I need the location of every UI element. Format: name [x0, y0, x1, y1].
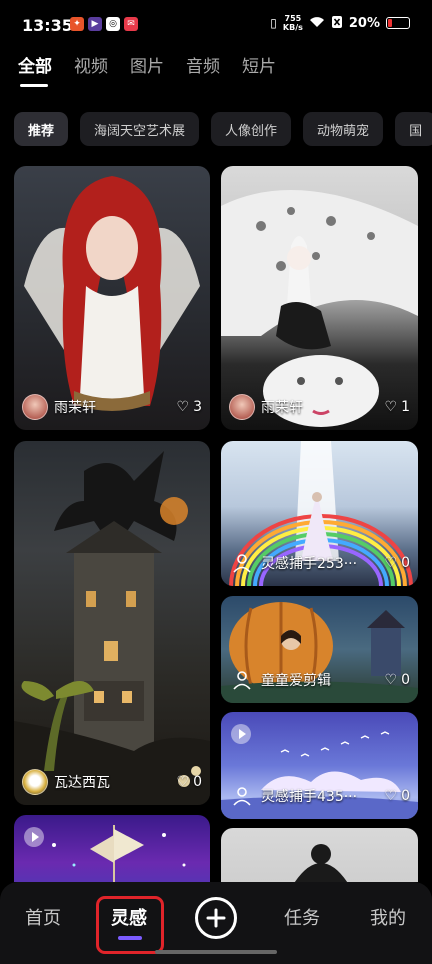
- heart-icon: ♡: [384, 555, 398, 571]
- card-artwork: [221, 166, 418, 430]
- chip-portrait[interactable]: 人像创作: [211, 112, 292, 146]
- feed-card[interactable]: 灵感捕手435··· ♡ 0: [221, 712, 418, 819]
- author-name: 灵感捕手435···: [261, 789, 358, 805]
- tab-image[interactable]: 图片: [130, 52, 164, 87]
- inspiration-feed: 雨茉轩 ♡ 3 雨茉轩 ♡ 1 瓦达西瓦 ♡ 0 灵感捕手253··· ♡ 0 …: [14, 166, 418, 882]
- author-name: 瓦达西瓦: [54, 775, 110, 791]
- highlight-annotation: [96, 896, 164, 954]
- feed-card[interactable]: 童童爱剪辑 ♡ 0: [221, 596, 418, 703]
- network-speed: 755 KB/s: [282, 14, 303, 32]
- content-type-tabs: 全部 视频 图片 音频 短片: [18, 52, 276, 87]
- home-indicator: [155, 950, 277, 954]
- tab-video[interactable]: 视频: [74, 52, 108, 87]
- nav-tasks[interactable]: 任务: [284, 904, 320, 930]
- default-avatar-icon: [229, 667, 255, 693]
- battery-percent: 20%: [348, 15, 380, 31]
- nav-mine[interactable]: 我的: [370, 904, 406, 930]
- feed-card[interactable]: [14, 815, 210, 882]
- like-count[interactable]: ♡ 0: [385, 555, 410, 571]
- app-notification-icon: ✉: [124, 17, 138, 31]
- wifi-icon: [309, 16, 325, 31]
- heart-icon: ♡: [384, 399, 398, 415]
- card-artwork: [14, 166, 210, 430]
- plus-icon: [206, 908, 226, 928]
- tab-all[interactable]: 全部: [18, 52, 52, 87]
- sim-off-icon: [331, 15, 343, 32]
- app-notification-icon: ✦: [70, 17, 84, 31]
- avatar: [22, 769, 48, 795]
- app-notification-icon: ▶: [88, 17, 102, 31]
- card-artwork: [14, 815, 210, 882]
- app-notification-icon: ◎: [106, 17, 120, 31]
- heart-icon: ♡: [384, 788, 398, 804]
- heart-icon: ♡: [176, 774, 190, 790]
- feed-card[interactable]: 雨茉轩 ♡ 1: [221, 166, 418, 430]
- like-count[interactable]: ♡ 0: [177, 774, 202, 790]
- status-time: 13:35: [22, 16, 73, 35]
- play-icon[interactable]: [24, 827, 44, 847]
- default-avatar-icon: [229, 550, 255, 576]
- vibrate-icon: ▯: [270, 16, 277, 30]
- status-bar: 13:35 ✦ ▶ ◎ ✉ ▯ 755 KB/s 20%: [0, 0, 432, 50]
- heart-icon: ♡: [176, 399, 190, 415]
- nav-home[interactable]: 首页: [25, 904, 61, 930]
- like-count[interactable]: ♡ 1: [385, 399, 410, 415]
- avatar: [229, 394, 255, 420]
- feed-card[interactable]: 瓦达西瓦 ♡ 0: [14, 441, 210, 805]
- notification-icons: ✦ ▶ ◎ ✉: [70, 17, 138, 31]
- avatar: [22, 394, 48, 420]
- author-name: 童童爱剪辑: [261, 673, 331, 689]
- author-name: 灵感捕手253···: [261, 556, 358, 572]
- create-plus-button[interactable]: [195, 897, 237, 939]
- battery-icon: [386, 17, 410, 29]
- play-icon[interactable]: [231, 724, 251, 744]
- like-count[interactable]: ♡ 0: [385, 672, 410, 688]
- feed-card[interactable]: 灵感捕手253··· ♡ 0: [221, 441, 418, 586]
- tab-audio[interactable]: 音频: [186, 52, 220, 87]
- like-count[interactable]: ♡ 0: [385, 788, 410, 804]
- category-chips: 推荐 海阔天空艺术展 人像创作 动物萌宠 国: [14, 112, 432, 148]
- default-avatar-icon: [229, 783, 255, 809]
- author-name: 雨茉轩: [261, 400, 303, 416]
- card-artwork: [221, 828, 418, 882]
- tab-short-film[interactable]: 短片: [242, 52, 276, 87]
- author-name: 雨茉轩: [54, 400, 96, 416]
- chip-recommended[interactable]: 推荐: [14, 112, 69, 146]
- chip-more-category[interactable]: 国: [395, 112, 432, 146]
- feed-card[interactable]: [221, 828, 418, 882]
- heart-icon: ♡: [384, 672, 398, 688]
- chip-animals[interactable]: 动物萌宠: [303, 112, 384, 146]
- chip-sky-art-show[interactable]: 海阔天空艺术展: [80, 112, 200, 146]
- feed-card[interactable]: 雨茉轩 ♡ 3: [14, 166, 210, 430]
- card-artwork: [14, 441, 210, 805]
- like-count[interactable]: ♡ 3: [177, 399, 202, 415]
